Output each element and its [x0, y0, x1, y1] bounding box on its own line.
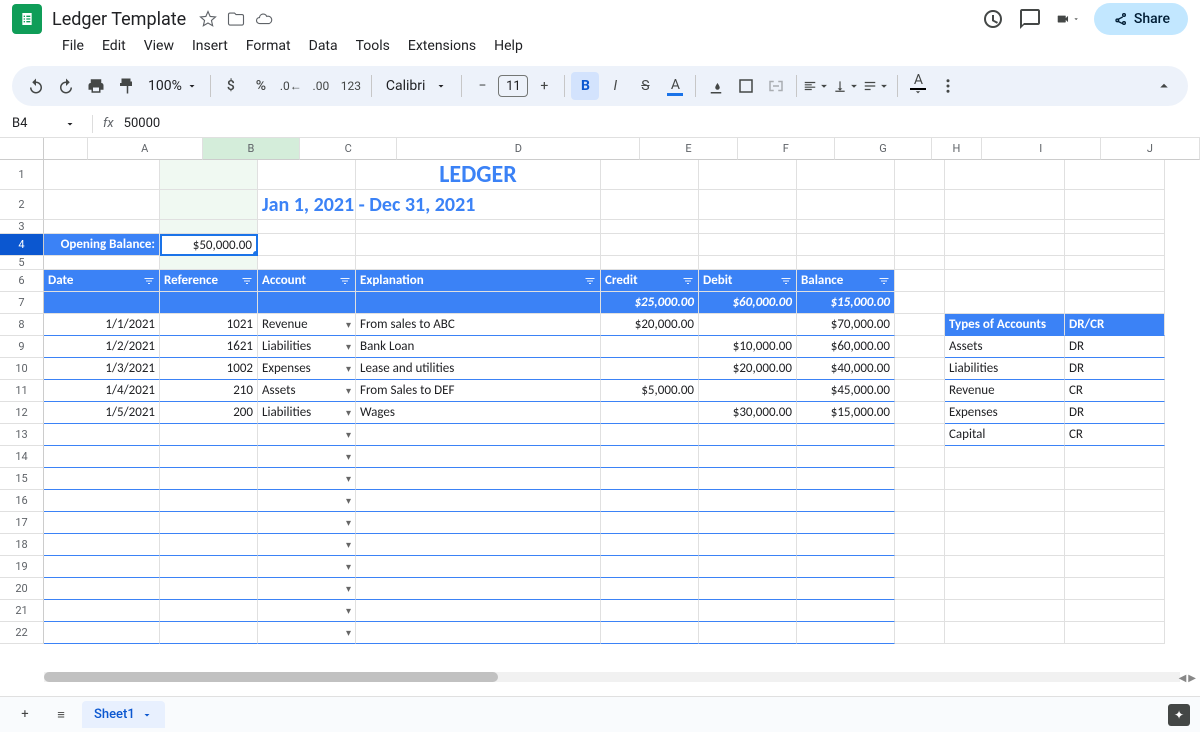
- redo-button[interactable]: [52, 72, 80, 100]
- name-box[interactable]: B4: [12, 116, 82, 131]
- increase-font-button[interactable]: +: [530, 72, 558, 100]
- percent-button[interactable]: %: [247, 72, 275, 100]
- wrap-button[interactable]: [863, 72, 891, 100]
- star-icon[interactable]: [198, 9, 218, 29]
- font-size-input[interactable]: 11: [498, 75, 528, 97]
- align-button[interactable]: [803, 72, 831, 100]
- currency-button[interactable]: $: [217, 72, 245, 100]
- more-button[interactable]: [934, 72, 962, 100]
- zoom-dropdown[interactable]: 100%: [142, 78, 204, 94]
- move-icon[interactable]: [226, 9, 246, 29]
- cloud-icon[interactable]: [254, 9, 274, 29]
- all-sheets-button[interactable]: ≡: [46, 700, 76, 730]
- comment-icon[interactable]: [1018, 7, 1042, 31]
- menu-data[interactable]: Data: [301, 34, 346, 58]
- add-sheet-button[interactable]: +: [10, 700, 40, 730]
- column-headers[interactable]: A B C D E F G H I J: [44, 138, 1200, 160]
- menu-bar: File Edit View Insert Format Data Tools …: [0, 32, 1200, 62]
- decrease-font-button[interactable]: −: [468, 72, 496, 100]
- font-dropdown[interactable]: Calibri: [378, 78, 456, 94]
- menu-tools[interactable]: Tools: [348, 34, 398, 58]
- horizontal-scrollbar[interactable]: [44, 672, 1180, 682]
- sheet-tabs-bar: + ≡ Sheet1: [0, 696, 1200, 732]
- increase-decimal-button[interactable]: .00: [307, 72, 335, 100]
- menu-view[interactable]: View: [136, 34, 182, 58]
- undo-button[interactable]: [22, 72, 50, 100]
- decrease-decimal-button[interactable]: .0←: [277, 72, 305, 100]
- menu-format[interactable]: Format: [238, 34, 299, 58]
- formula-input[interactable]: 50000: [124, 116, 161, 131]
- menu-help[interactable]: Help: [486, 34, 531, 58]
- print-button[interactable]: [82, 72, 110, 100]
- strikethrough-button[interactable]: S: [631, 72, 659, 100]
- fx-label: fx: [103, 116, 114, 131]
- history-icon[interactable]: [980, 7, 1004, 31]
- merge-button[interactable]: [762, 72, 790, 100]
- toolbar: 100% $ % .0← .00 123 Calibri − 11 + B I …: [12, 66, 1188, 106]
- title-bar: Ledger Template Share: [0, 0, 1200, 32]
- sheet-tab[interactable]: Sheet1: [82, 701, 165, 728]
- menu-extensions[interactable]: Extensions: [400, 34, 484, 58]
- valign-button[interactable]: [833, 72, 861, 100]
- share-label: Share: [1134, 11, 1170, 27]
- meet-icon[interactable]: [1056, 7, 1080, 31]
- bold-button[interactable]: B: [571, 72, 599, 100]
- fill-color-button[interactable]: [702, 72, 730, 100]
- italic-button[interactable]: I: [601, 72, 629, 100]
- more-formats-button[interactable]: 123: [337, 72, 365, 100]
- sheets-logo[interactable]: [12, 4, 42, 34]
- collapse-toolbar-button[interactable]: [1150, 72, 1178, 100]
- select-all-corner[interactable]: [0, 138, 44, 160]
- text-color-group-button[interactable]: A: [904, 72, 932, 100]
- menu-edit[interactable]: Edit: [94, 34, 134, 58]
- share-button[interactable]: Share: [1094, 3, 1188, 35]
- text-color-button[interactable]: A: [661, 72, 689, 100]
- menu-insert[interactable]: Insert: [184, 34, 236, 58]
- document-title[interactable]: Ledger Template: [52, 9, 186, 30]
- borders-button[interactable]: [732, 72, 760, 100]
- formula-bar: B4 fx 50000: [0, 110, 1200, 138]
- menu-file[interactable]: File: [54, 34, 92, 58]
- grid[interactable]: A B C D E F G H I J 1LEDGER2Jan 1, 2021 …: [0, 138, 1200, 698]
- explore-button[interactable]: ✦: [1168, 704, 1190, 726]
- paint-format-button[interactable]: [112, 72, 140, 100]
